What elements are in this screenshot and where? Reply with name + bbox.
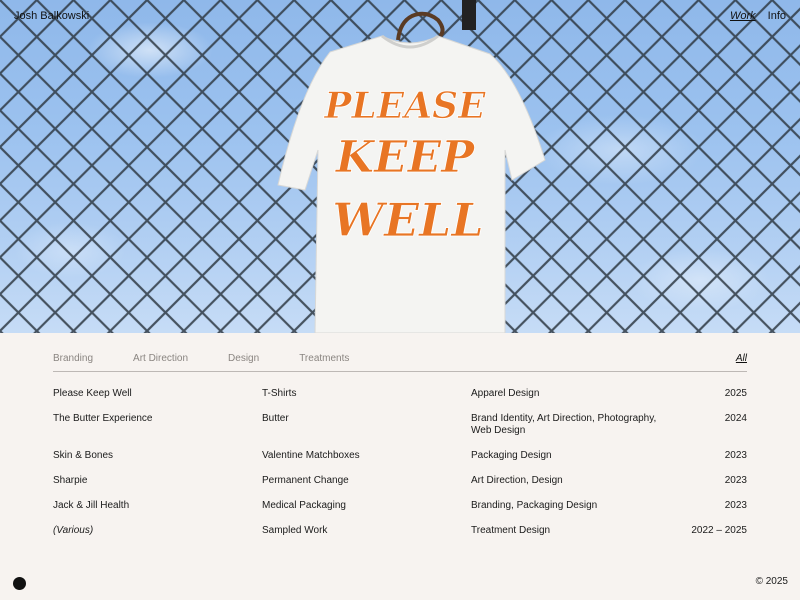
hero-image: PLEASE KEEP WELL Josh Balkowski Work Inf… (0, 0, 800, 333)
nav-info-link[interactable]: Info (768, 10, 786, 22)
project-row[interactable]: Sharpie Permanent Change Art Direction, … (53, 475, 747, 500)
filter-tab-treatments[interactable]: Treatments (299, 353, 349, 364)
project-year: 2023 (724, 450, 747, 461)
filter-tab-art-direction[interactable]: Art Direction (133, 353, 188, 364)
project-type: Brand Identity, Art Direction, Photograp… (471, 413, 657, 436)
project-name: Jack & Jill Health (53, 500, 130, 511)
project-year: 2025 (724, 388, 747, 399)
project-row[interactable]: Please Keep Well T-Shirts Apparel Design… (53, 388, 747, 413)
shirt-print-line-3: WELL (332, 193, 483, 247)
shirt-print-line-2: KEEP (334, 132, 476, 183)
filter-tab-all[interactable]: All (736, 353, 747, 364)
project-name: Skin & Bones (53, 450, 114, 461)
project-year: 2022 – 2025 (691, 525, 747, 536)
project-client: Butter (262, 413, 289, 424)
project-year: 2024 (724, 413, 747, 424)
filter-tab-branding[interactable]: Branding (53, 353, 93, 364)
project-name: Please Keep Well (53, 388, 132, 399)
project-type: Branding, Packaging Design (471, 500, 598, 511)
project-year: 2023 (724, 475, 747, 486)
project-row[interactable]: Jack & Jill Health Medical Packaging Bra… (53, 500, 747, 525)
project-row[interactable]: (Various) Sampled Work Treatment Design … (53, 525, 747, 550)
project-row[interactable]: The Butter Experience Butter Brand Ident… (53, 413, 747, 450)
top-nav: Work Info (730, 10, 786, 22)
project-row[interactable]: Skin & Bones Valentine Matchboxes Packag… (53, 450, 747, 475)
project-name: (Various) (53, 525, 94, 536)
project-type: Packaging Design (471, 450, 552, 461)
copyright: © 2025 (755, 576, 788, 587)
cursor-dot-icon (13, 577, 26, 590)
t-shirt (277, 35, 546, 333)
project-client: T-Shirts (262, 388, 297, 399)
filter-tab-design[interactable]: Design (228, 353, 259, 364)
site-name-link[interactable]: Josh Balkowski (14, 10, 89, 22)
project-type: Apparel Design (471, 388, 540, 399)
project-client: Valentine Matchboxes (262, 450, 360, 461)
filter-bar: Branding Art Direction Design Treatments… (53, 346, 747, 372)
project-type: Art Direction, Design (471, 475, 563, 486)
project-name: Sharpie (53, 475, 88, 486)
nav-work-link[interactable]: Work (730, 10, 756, 22)
chain-link-fence: PLEASE KEEP WELL (0, 0, 800, 333)
project-client: Permanent Change (262, 475, 349, 486)
project-list: Please Keep Well T-Shirts Apparel Design… (53, 388, 747, 550)
project-name: The Butter Experience (53, 413, 153, 424)
project-client: Sampled Work (262, 525, 328, 536)
shirt-print-line-1: PLEASE (323, 85, 486, 127)
project-year: 2023 (724, 500, 747, 511)
project-client: Medical Packaging (262, 500, 346, 511)
shirt-print: PLEASE KEEP WELL (323, 85, 487, 248)
project-type: Treatment Design (471, 525, 551, 536)
